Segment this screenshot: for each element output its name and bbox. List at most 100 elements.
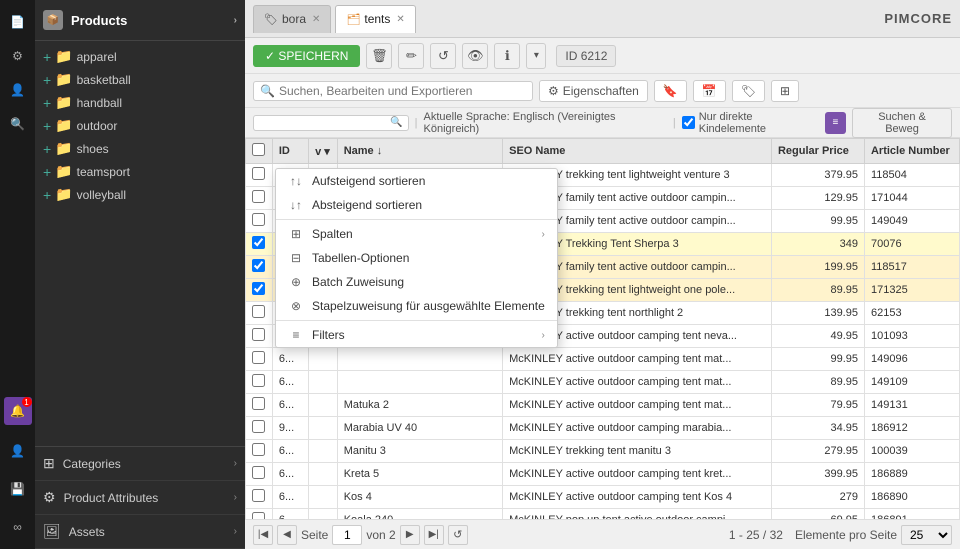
th-id[interactable]: ID [272,139,308,164]
prev-page-btn[interactable]: ◀ [277,525,297,545]
stack-assign-menu-item[interactable]: ⊗ Stapelzuweisung für ausgewählte Elemen… [276,294,557,318]
sidebar-assets[interactable]: 🖼 Assets › [35,515,245,549]
tag-button[interactable]: 🏷 [732,80,765,102]
row-checkbox-cell[interactable] [246,256,273,279]
row-checkbox-cell[interactable] [246,417,273,440]
row-checkbox-cell[interactable] [246,509,273,520]
row-checkbox[interactable] [252,190,265,203]
add-outdoor-icon[interactable]: + [43,118,51,134]
tree-item-volleyball[interactable]: + 📁 volleyball [35,183,245,206]
tree-item-outdoor[interactable]: + 📁 outdoor [35,114,245,137]
per-page-select[interactable]: 25 50 100 [901,525,952,545]
tab-bora-close[interactable]: ✕ [312,14,320,25]
row-checkbox[interactable] [252,351,265,364]
tab-tents[interactable]: 🗂 tents ✕ [335,5,415,33]
batch-assign-menu-item[interactable]: ⊕ Batch Zuweisung [276,270,557,294]
row-checkbox[interactable] [252,236,265,249]
toolbar-dropdown-button[interactable]: ▾ [526,43,546,69]
delete-button[interactable]: 🗑 [366,43,392,69]
filter-search-input[interactable] [259,117,387,129]
bookmark-button[interactable]: 🔖 [654,80,687,102]
row-checkbox-cell[interactable] [246,440,273,463]
save-button[interactable]: ✓ SPEICHERN [253,45,360,67]
row-checkbox-cell[interactable] [246,233,273,256]
nav-icon-document[interactable]: 📄 [4,8,32,36]
add-teamsport-icon[interactable]: + [43,164,51,180]
nav-icon-user-profile[interactable]: 👤 [4,437,32,465]
table-options-menu-item[interactable]: ⊟ Tabellen-Optionen [276,246,557,270]
nav-icon-infinity[interactable]: ∞ [4,513,32,541]
add-basketball-icon[interactable]: + [43,72,51,88]
refresh-button[interactable]: ↺ [430,43,456,69]
purple-filter-btn[interactable]: ≡ [825,112,846,134]
tree-item-basketball[interactable]: + 📁 basketball [35,68,245,91]
row-checkbox-cell[interactable] [246,486,273,509]
row-checkbox[interactable] [252,305,265,318]
sidebar-categories[interactable]: ⊞ Categories › [35,447,245,481]
view-button[interactable]: 👁 [462,43,488,69]
table-refresh-btn[interactable]: ↺ [448,525,468,545]
row-checkbox[interactable] [252,328,265,341]
search-input[interactable] [279,84,526,98]
properties-button[interactable]: ⚙ Eigenschaften [539,80,648,102]
nav-icon-settings[interactable]: ⚙ [4,42,32,70]
tree-item-handball[interactable]: + 📁 handball [35,91,245,114]
add-apparel-icon[interactable]: + [43,49,51,65]
first-page-btn[interactable]: |◀ [253,525,273,545]
row-checkbox-cell[interactable] [246,348,273,371]
row-checkbox-cell[interactable] [246,325,273,348]
add-handball-icon[interactable]: + [43,95,51,111]
add-shoes-icon[interactable]: + [43,141,51,157]
nav-icon-db[interactable]: 💾 [4,475,32,503]
filters-menu-item[interactable]: ≡ Filters › [276,323,557,347]
direct-children-checkbox[interactable] [682,116,695,129]
row-checkbox[interactable] [252,167,265,180]
row-checkbox[interactable] [252,259,265,272]
tree-item-teamsport[interactable]: + 📁 teamsport [35,160,245,183]
select-all-checkbox[interactable] [252,143,265,156]
row-checkbox[interactable] [252,420,265,433]
row-checkbox[interactable] [252,213,265,226]
nav-icon-search[interactable]: 🔍 [4,110,32,138]
th-checkbox[interactable] [246,139,273,164]
search-move-button[interactable]: Suchen & Beweg [852,108,952,138]
th-price[interactable]: Regular Price [771,139,864,164]
row-checkbox-cell[interactable] [246,210,273,233]
grid-button[interactable]: ⊞ [771,80,799,102]
row-checkbox-cell[interactable] [246,371,273,394]
calendar-button[interactable]: 📅 [693,80,726,102]
nav-icon-users[interactable]: 👤 [4,76,32,104]
th-article[interactable]: Article Number [864,139,959,164]
row-checkbox[interactable] [252,443,265,456]
tree-item-shoes[interactable]: + 📁 shoes [35,137,245,160]
sort-asc-menu-item[interactable]: ↑↓ Aufsteigend sortieren [276,169,557,193]
th-name[interactable]: Name ↓ [337,139,502,164]
filter-search-box[interactable]: 🔍 [253,115,409,131]
search-box[interactable]: 🔍 [253,81,533,101]
next-page-btn[interactable]: ▶ [400,525,420,545]
row-checkbox[interactable] [252,374,265,387]
tree-item-apparel[interactable]: + 📁 apparel [35,45,245,68]
row-checkbox-cell[interactable] [246,394,273,417]
row-checkbox-cell[interactable] [246,279,273,302]
sort-desc-menu-item[interactable]: ↓↑ Absteigend sortieren [276,193,557,217]
tab-bora[interactable]: 🏷 bora ✕ [253,5,331,33]
row-checkbox[interactable] [252,282,265,295]
direct-children-filter[interactable]: Nur direkte Kindelemente [682,111,819,135]
row-checkbox-cell[interactable] [246,164,273,187]
row-checkbox[interactable] [252,512,265,519]
add-volleyball-icon[interactable]: + [43,187,51,203]
row-checkbox[interactable] [252,489,265,502]
row-checkbox[interactable] [252,466,265,479]
page-number-input[interactable] [332,525,362,545]
row-checkbox-cell[interactable] [246,187,273,210]
th-seo[interactable]: SEO Name [503,139,772,164]
info-button[interactable]: ℹ [494,43,520,69]
row-checkbox-cell[interactable] [246,302,273,325]
tab-tents-close[interactable]: ✕ [396,14,404,25]
row-checkbox[interactable] [252,397,265,410]
edit-button[interactable]: ✏ [398,43,424,69]
columns-menu-item[interactable]: ⊞ Spalten › [276,222,557,246]
th-v[interactable]: v ▾ [309,139,338,164]
nav-icon-alert[interactable]: 🔔 1 [4,397,32,425]
